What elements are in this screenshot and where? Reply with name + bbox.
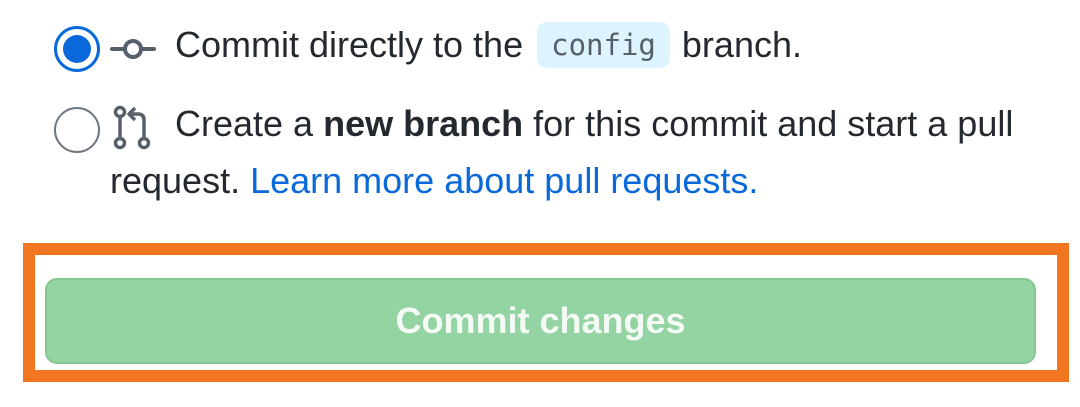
new-branch-radio[interactable] [54, 107, 100, 153]
git-commit-icon [110, 39, 156, 59]
commit-directly-text: Commit directly to the [175, 24, 524, 65]
branch-name-chip: config [537, 22, 670, 68]
commit-directly-label: Commit directly to the config branch. [175, 16, 1020, 73]
new-branch-bold: new branch [323, 103, 524, 144]
commit-directly-text-after: branch. [681, 24, 802, 65]
commit-directly-radio[interactable] [54, 26, 100, 72]
new-branch-label: Create a new branch for this commit and … [110, 95, 1020, 209]
commit-changes-button[interactable]: Commit changes [45, 278, 1036, 364]
new-branch-text: Create a [175, 103, 314, 144]
commit-form: Commit directly to the config branch. Cr… [0, 0, 1080, 407]
learn-more-pull-requests-link[interactable]: Learn more about pull requests. [250, 160, 758, 201]
